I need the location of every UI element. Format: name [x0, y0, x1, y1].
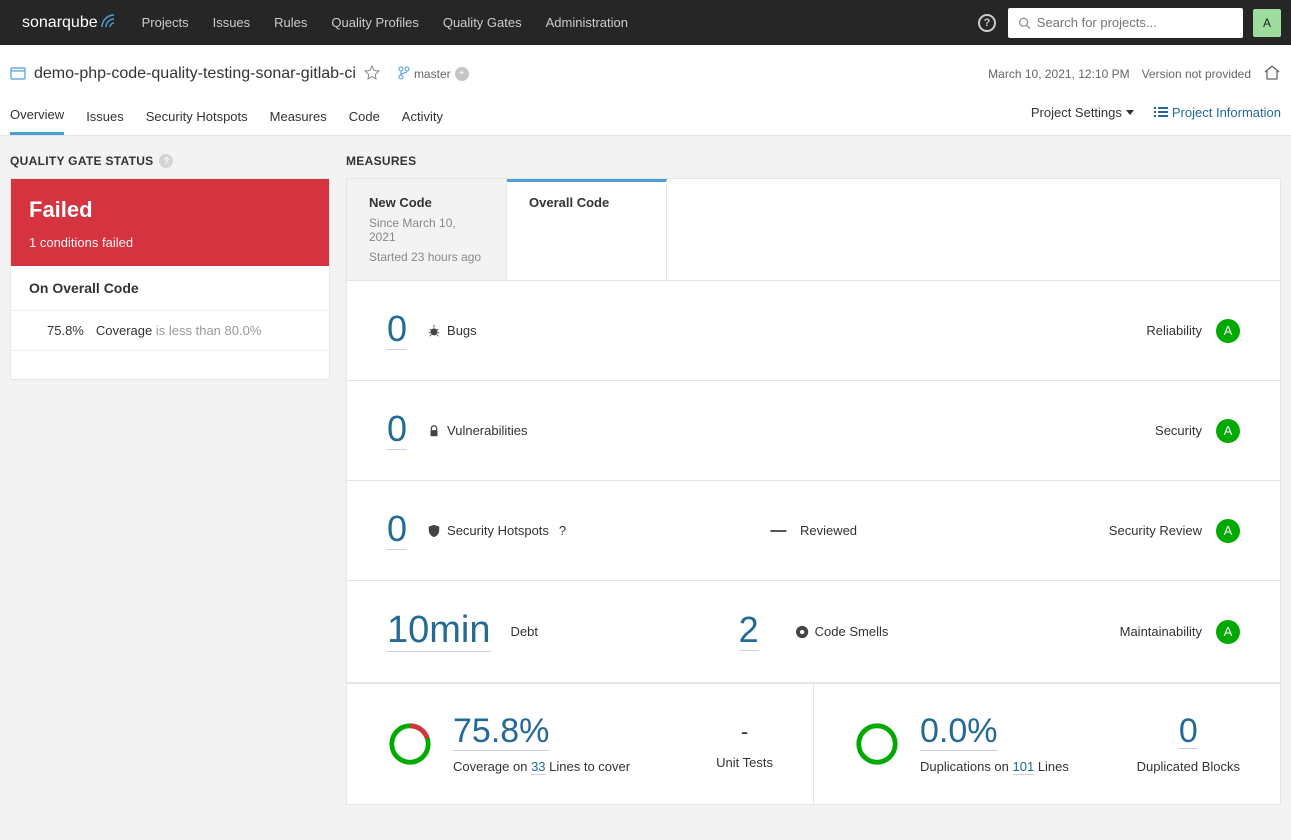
bug-icon: [427, 324, 441, 338]
security-label: Security: [1155, 423, 1202, 438]
duplications-value[interactable]: 0.0%: [920, 714, 998, 751]
tab-overview[interactable]: Overview: [10, 97, 64, 135]
bugs-label: Bugs: [447, 323, 477, 338]
quality-gate-condition-row[interactable]: 75.8% Coverage is less than 80.0%: [11, 311, 329, 351]
security-rating-badge: A: [1216, 419, 1240, 443]
row-vulnerabilities: 0 Vulnerabilities Security A: [347, 381, 1280, 481]
project-header: demo-php-code-quality-testing-sonar-gitl…: [0, 45, 1291, 136]
security-review-rating-badge: A: [1216, 519, 1240, 543]
quality-gate-card: Failed 1 conditions failed On Overall Co…: [10, 178, 330, 380]
tab-security-hotspots[interactable]: Security Hotspots: [146, 99, 248, 134]
logo-text-1: sonar: [22, 14, 62, 32]
unit-tests-value: -: [716, 719, 773, 745]
debt-value[interactable]: 10min: [387, 611, 491, 652]
condition-value: 75.8%: [47, 323, 84, 338]
help-hint-icon[interactable]: ?: [559, 523, 566, 538]
search-box[interactable]: [1008, 8, 1243, 38]
tab-new-code[interactable]: New Code Since March 10, 2021 Started 23…: [347, 179, 507, 280]
unit-tests-label: Unit Tests: [716, 755, 773, 770]
top-nav: sonarqube Projects Issues Rules Quality …: [0, 0, 1291, 45]
tab-overall-code[interactable]: Overall Code: [507, 179, 667, 280]
maintainability-rating-badge: A: [1216, 620, 1240, 644]
tab-code[interactable]: Code: [349, 99, 380, 134]
quality-gate-status: Failed: [29, 197, 311, 223]
project-information-button[interactable]: Project Information: [1154, 105, 1281, 120]
logo[interactable]: sonarqube: [10, 11, 130, 34]
nav-projects[interactable]: Projects: [130, 0, 201, 45]
help-hint-icon[interactable]: ?: [159, 154, 173, 168]
condition-metric: Coverage: [96, 323, 152, 338]
chevron-down-icon: [1126, 110, 1134, 115]
row-maintainability: 10min Debt 2 Code Smells Maintainability…: [347, 581, 1280, 683]
nav-issues[interactable]: Issues: [201, 0, 263, 45]
logo-text-2: qube: [62, 14, 98, 32]
duplicated-blocks-value[interactable]: 0: [1179, 714, 1198, 749]
logo-arc-icon: [100, 11, 118, 34]
reviewed-dash-icon: [770, 530, 786, 532]
project-icon: [10, 65, 26, 84]
bugs-value[interactable]: 0: [387, 311, 407, 350]
measures-title: MEASURES: [346, 154, 1281, 168]
analysis-date: March 10, 2021, 12:10 PM: [988, 67, 1129, 81]
help-icon[interactable]: ?: [978, 14, 996, 32]
condition-note: is less than 80.0%: [156, 323, 262, 338]
search-icon: [1018, 16, 1031, 30]
quality-gate-status-banner: Failed 1 conditions failed: [11, 179, 329, 266]
vulnerabilities-value[interactable]: 0: [387, 411, 407, 450]
duplicated-blocks-label: Duplicated Blocks: [1137, 759, 1240, 774]
hotspots-label: Security Hotspots: [447, 523, 549, 538]
project-tabs: Overview Issues Security Hotspots Measur…: [10, 97, 1281, 135]
duplications-cell: 0.0% Duplications on 101 Lines 0 Duplica…: [814, 684, 1280, 804]
project-settings-dropdown[interactable]: Project Settings: [1031, 105, 1134, 120]
measures-body: 0 Bugs Reliability A 0 Vulnerabilities S…: [346, 280, 1281, 805]
lines-to-cover-link[interactable]: 33: [531, 759, 545, 775]
tab-issues[interactable]: Issues: [86, 99, 124, 134]
tab-activity[interactable]: Activity: [402, 99, 443, 134]
row-bugs: 0 Bugs Reliability A: [347, 281, 1280, 381]
list-icon: [1154, 106, 1168, 118]
footer-row: 75.8% Coverage on 33 Lines to cover - Un…: [347, 683, 1280, 804]
code-smells-label: Code Smells: [815, 624, 889, 639]
lock-icon: [427, 424, 441, 438]
coverage-donut-icon: [387, 721, 433, 767]
security-review-label: Security Review: [1109, 523, 1202, 538]
nav-administration[interactable]: Administration: [534, 0, 640, 45]
code-smells-value[interactable]: 2: [739, 612, 759, 651]
quality-gate-summary: 1 conditions failed: [29, 235, 311, 250]
project-name: demo-php-code-quality-testing-sonar-gitl…: [34, 65, 356, 83]
main-content: QUALITY GATE STATUS? Failed 1 conditions…: [0, 136, 1291, 823]
measure-tabs: New Code Since March 10, 2021 Started 23…: [346, 178, 1281, 280]
reliability-rating-badge: A: [1216, 319, 1240, 343]
quality-gate-title: QUALITY GATE STATUS?: [10, 154, 330, 168]
row-security-hotspots: 0 Security Hotspots? Reviewed Security R…: [347, 481, 1280, 581]
branch-selector[interactable]: master +: [398, 66, 469, 83]
user-avatar[interactable]: A: [1253, 9, 1281, 37]
tab-measures[interactable]: Measures: [270, 99, 327, 134]
favorite-star-icon[interactable]: [364, 65, 380, 84]
hotspots-value[interactable]: 0: [387, 511, 407, 550]
version-label: Version not provided: [1142, 67, 1251, 81]
home-icon[interactable]: [1263, 64, 1281, 85]
add-branch-button[interactable]: +: [455, 67, 469, 81]
nav-quality-profiles[interactable]: Quality Profiles: [319, 0, 430, 45]
coverage-cell: 75.8% Coverage on 33 Lines to cover - Un…: [347, 684, 814, 804]
nav-rules[interactable]: Rules: [262, 0, 319, 45]
branch-name: master: [414, 67, 451, 81]
nav-quality-gates[interactable]: Quality Gates: [431, 0, 534, 45]
duplicated-lines-link[interactable]: 101: [1013, 759, 1035, 775]
duplications-donut-icon: [854, 721, 900, 767]
quality-gate-section-label: On Overall Code: [11, 266, 329, 311]
code-smell-icon: [795, 625, 809, 639]
search-input[interactable]: [1037, 15, 1233, 30]
coverage-value[interactable]: 75.8%: [453, 714, 549, 751]
branch-icon: [398, 66, 410, 83]
reviewed-label: Reviewed: [800, 523, 857, 538]
vulnerabilities-label: Vulnerabilities: [447, 423, 527, 438]
reliability-label: Reliability: [1146, 323, 1202, 338]
shield-icon: [427, 524, 441, 538]
maintainability-label: Maintainability: [1120, 624, 1202, 639]
debt-label: Debt: [511, 624, 538, 639]
